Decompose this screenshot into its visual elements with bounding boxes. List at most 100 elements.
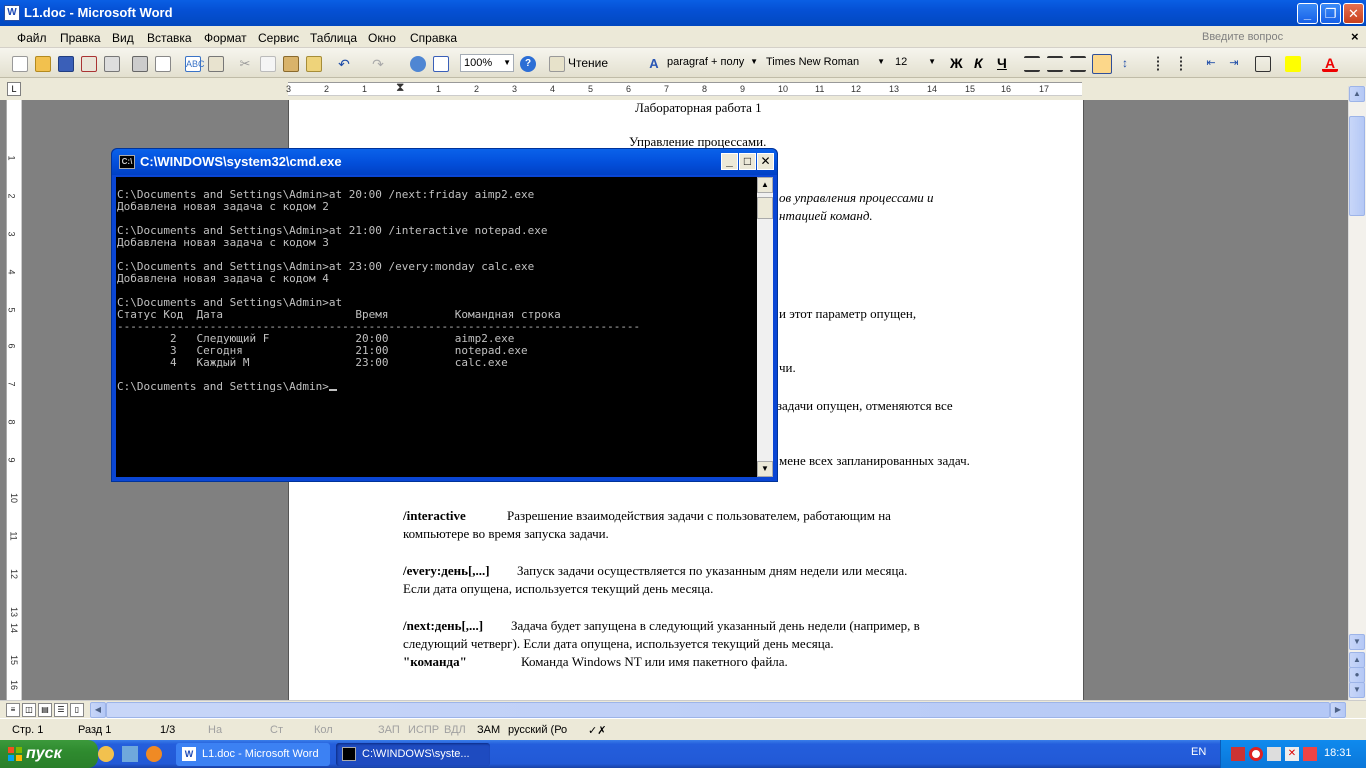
print-icon[interactable] xyxy=(132,56,148,72)
close-button[interactable]: ✕ xyxy=(1343,3,1364,24)
cmd-title-bar[interactable]: C:\ C:\WINDOWS\system32\cmd.exe _ □ ✕ xyxy=(112,149,777,175)
tray-icon-3[interactable] xyxy=(1267,747,1281,761)
status-overtype[interactable]: ЗАМ xyxy=(477,724,500,736)
menu-table[interactable]: Таблица xyxy=(310,31,357,45)
quicklaunch-icon-1[interactable] xyxy=(98,746,114,762)
scroll-right-icon[interactable]: ▶ xyxy=(1330,702,1346,718)
language-indicator[interactable]: EN xyxy=(1191,746,1206,758)
cmd-window[interactable]: C:\ C:\WINDOWS\system32\cmd.exe _ □ ✕ C:… xyxy=(111,148,778,482)
next-page-icon[interactable]: ▼ xyxy=(1349,682,1365,698)
line-spacing-icon[interactable]: ↕ xyxy=(1117,56,1133,72)
cmd-scroll-thumb[interactable] xyxy=(757,197,773,219)
font-select[interactable]: Times New Roman ▼ xyxy=(763,54,887,72)
font-color-icon[interactable]: A xyxy=(1322,56,1338,72)
status-language[interactable]: русский (Ро xyxy=(508,724,567,736)
word-title-bar[interactable]: W L1.doc - Microsoft Word _ ❐ ✕ xyxy=(0,0,1366,26)
read-mode-icon[interactable] xyxy=(549,56,565,72)
italic-button[interactable]: К xyxy=(974,55,983,71)
save-icon[interactable] xyxy=(58,56,74,72)
print-layout-icon[interactable]: ▤ xyxy=(38,703,52,717)
redo-icon[interactable]: ↷ xyxy=(370,56,386,72)
outline-view-icon[interactable]: ☰ xyxy=(54,703,68,717)
menu-help[interactable]: Справка xyxy=(410,31,457,45)
spelling-status-icon[interactable]: ✓✗ xyxy=(588,724,606,737)
indent-marker[interactable]: ⧗ xyxy=(396,80,404,95)
tray-icon-5[interactable] xyxy=(1303,747,1317,761)
menu-tools[interactable]: Сервис xyxy=(258,31,299,45)
read-mode-button[interactable]: Чтение xyxy=(568,56,608,70)
menu-insert[interactable]: Вставка xyxy=(147,31,192,45)
align-left-icon[interactable] xyxy=(1024,56,1040,72)
clock[interactable]: 18:31 xyxy=(1324,747,1352,759)
console-prompt[interactable]: C:\Documents and Settings\Admin> xyxy=(117,381,640,393)
borders-icon[interactable] xyxy=(1255,56,1271,72)
format-painter-icon[interactable] xyxy=(306,56,322,72)
help-icon[interactable]: ? xyxy=(520,56,536,72)
vertical-ruler[interactable]: 1 2 3 4 5 6 7 8 9 10 11 12 13 14 15 16 xyxy=(6,100,22,700)
style-select[interactable]: paragraf + полу ▼ xyxy=(664,54,760,72)
cmd-scrollbar[interactable]: ▲ ▼ xyxy=(757,177,773,477)
reading-view-icon[interactable]: ▯ xyxy=(70,703,84,717)
email-icon[interactable] xyxy=(104,56,120,72)
previous-page-icon[interactable]: ▲ xyxy=(1349,652,1365,668)
tray-icon-2[interactable] xyxy=(1249,747,1263,761)
new-document-icon[interactable] xyxy=(12,56,28,72)
hyperlink-icon[interactable] xyxy=(410,56,426,72)
paste-icon[interactable] xyxy=(283,56,299,72)
copy-icon[interactable] xyxy=(260,56,276,72)
open-folder-icon[interactable] xyxy=(35,56,51,72)
status-track-changes[interactable]: ИСПР xyxy=(408,724,439,736)
bold-button[interactable]: Ж xyxy=(950,55,963,71)
browser-icon[interactable] xyxy=(146,746,162,762)
print-preview-icon[interactable] xyxy=(155,56,171,72)
volume-muted-icon[interactable]: ✕ xyxy=(1285,747,1299,761)
bullets-icon[interactable] xyxy=(1180,56,1196,72)
menu-window[interactable]: Окно xyxy=(368,31,396,45)
menu-format[interactable]: Формат xyxy=(204,31,247,45)
status-extend[interactable]: ВДЛ xyxy=(444,724,466,736)
decrease-indent-icon[interactable]: ⇤ xyxy=(1203,56,1219,72)
menu-view[interactable]: Вид xyxy=(112,31,134,45)
permission-icon[interactable] xyxy=(81,56,97,72)
task-cmd[interactable]: C:\WINDOWS\syste... xyxy=(336,743,490,766)
spelling-icon[interactable]: ABC xyxy=(185,56,205,72)
normal-view-icon[interactable]: ≡ xyxy=(6,703,20,717)
horizontal-ruler[interactable]: L 3 2 1 ⧗ 1 2 3 4 5 6 7 8 9 10 11 12 13 … xyxy=(0,78,1366,100)
scroll-thumb[interactable] xyxy=(1349,116,1365,216)
document-close-icon[interactable]: × xyxy=(1351,29,1359,44)
maximize-button[interactable]: ❐ xyxy=(1320,3,1341,24)
menu-edit[interactable]: Правка xyxy=(60,31,101,45)
status-record[interactable]: ЗАП xyxy=(378,724,400,736)
cut-icon[interactable]: ✂ xyxy=(237,56,253,72)
cmd-console[interactable]: C:\Documents and Settings\Admin>at 20:00… xyxy=(116,177,757,477)
horizontal-scrollbar[interactable]: ◀ ▶ xyxy=(90,702,1346,718)
start-button[interactable]: пуск xyxy=(0,740,98,768)
justify-icon[interactable] xyxy=(1092,54,1112,74)
word-app-icon[interactable]: W xyxy=(4,5,20,21)
cmd-close-button[interactable]: ✕ xyxy=(757,153,774,170)
styles-formatting-icon[interactable]: A xyxy=(646,56,662,72)
ruler-scale[interactable]: 3 2 1 ⧗ 1 2 3 4 5 6 7 8 9 10 11 12 13 14… xyxy=(286,80,1082,96)
tray-icon-1[interactable] xyxy=(1231,747,1245,761)
menu-file[interactable]: Файл xyxy=(17,31,47,45)
scroll-down-icon[interactable]: ▼ xyxy=(1349,634,1365,650)
vertical-scrollbar[interactable]: ▲ ▼ ▲ ● ▼ xyxy=(1348,86,1366,700)
cmd-maximize-button[interactable]: □ xyxy=(739,153,756,170)
show-desktop-icon[interactable] xyxy=(122,746,138,762)
align-center-icon[interactable] xyxy=(1047,56,1063,72)
ask-question-input[interactable]: Введите вопрос xyxy=(1198,29,1338,45)
highlight-icon[interactable] xyxy=(1285,56,1301,72)
scroll-left-icon[interactable]: ◀ xyxy=(90,702,106,718)
cmd-scroll-down-icon[interactable]: ▼ xyxy=(757,461,773,477)
cmd-scroll-up-icon[interactable]: ▲ xyxy=(757,177,773,193)
underline-button[interactable]: Ч xyxy=(997,55,1007,71)
scroll-up-icon[interactable]: ▲ xyxy=(1349,86,1365,102)
browse-object-icon[interactable]: ● xyxy=(1349,667,1365,683)
tab-selector[interactable]: L xyxy=(7,82,21,96)
align-right-icon[interactable] xyxy=(1070,56,1086,72)
horizontal-scroll-thumb[interactable] xyxy=(106,702,1330,718)
web-view-icon[interactable]: ◫ xyxy=(22,703,36,717)
task-word[interactable]: W L1.doc - Microsoft Word xyxy=(176,743,330,766)
increase-indent-icon[interactable]: ⇥ xyxy=(1226,56,1242,72)
zoom-select[interactable]: 100% ▼ xyxy=(460,54,514,72)
